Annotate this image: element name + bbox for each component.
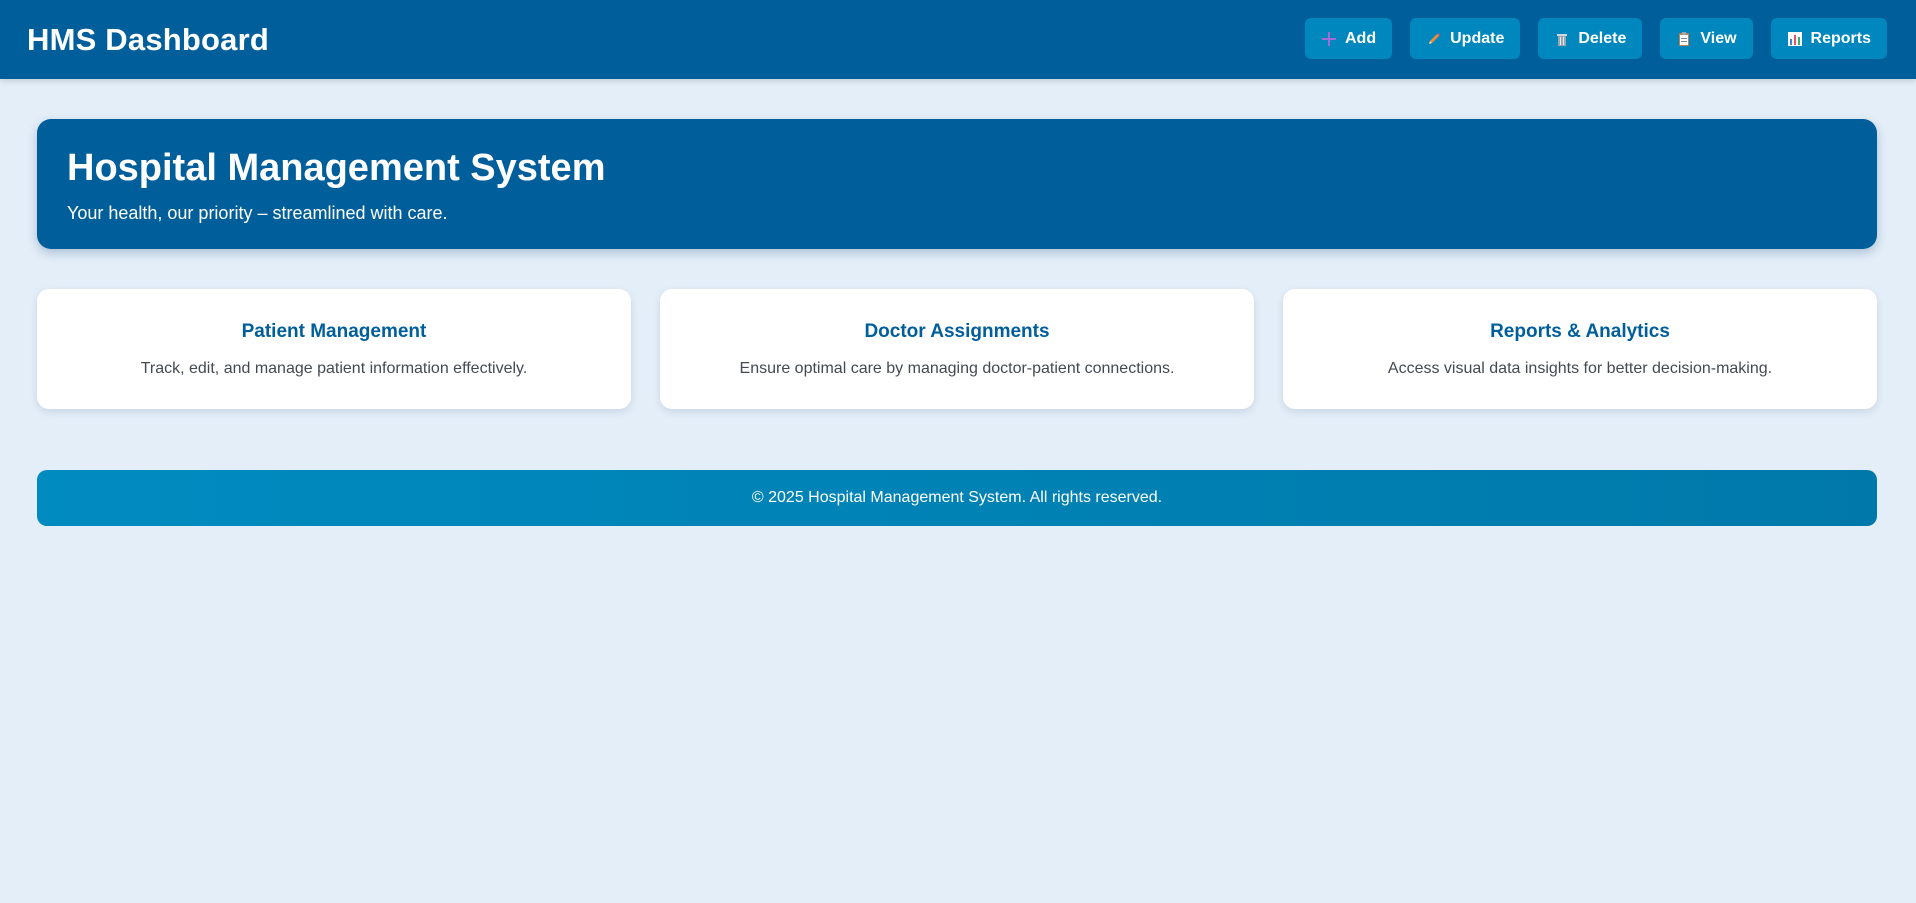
add-button[interactable]: Add <box>1305 18 1393 59</box>
hero-banner: Hospital Management System Your health, … <box>37 119 1877 249</box>
bar-chart-icon <box>1787 31 1803 47</box>
plus-icon <box>1321 31 1337 47</box>
footer: © 2025 Hospital Management System. All r… <box>37 470 1877 526</box>
hero-subtitle: Your health, our priority – streamlined … <box>67 203 448 223</box>
top-navbar: HMS Dashboard Add Update Delete View Rep… <box>0 0 1916 79</box>
card-description: Access visual data insights for better d… <box>1387 360 1773 377</box>
clipboard-icon <box>1676 31 1692 47</box>
card-patient-management[interactable]: Patient Management Track, edit, and mana… <box>37 289 631 409</box>
card-title: Patient Management <box>241 321 427 342</box>
card-reports-analytics[interactable]: Reports & Analytics Access visual data i… <box>1283 289 1877 409</box>
view-button-label: View <box>1700 29 1737 47</box>
app-brand-title[interactable]: HMS Dashboard <box>27 22 269 58</box>
pencil-icon <box>1426 31 1442 47</box>
trash-icon <box>1554 31 1570 47</box>
update-button-label: Update <box>1450 29 1505 47</box>
card-description: Ensure optimal care by managing doctor-p… <box>739 360 1175 377</box>
update-button[interactable]: Update <box>1410 18 1521 59</box>
add-button-label: Add <box>1345 29 1377 47</box>
card-doctor-assignments[interactable]: Doctor Assignments Ensure optimal care b… <box>660 289 1254 409</box>
delete-button-label: Delete <box>1578 29 1627 47</box>
card-description: Track, edit, and manage patient informat… <box>140 360 528 377</box>
card-title: Reports & Analytics <box>1490 321 1670 342</box>
feature-cards: Patient Management Track, edit, and mana… <box>37 289 1877 409</box>
view-button[interactable]: View <box>1660 18 1753 59</box>
footer-copyright: © 2025 Hospital Management System. All r… <box>751 489 1163 506</box>
hero-title: Hospital Management System <box>67 147 606 189</box>
nav-actions: Add Update Delete View Reports <box>1305 18 1887 59</box>
card-title: Doctor Assignments <box>864 321 1050 342</box>
delete-button[interactable]: Delete <box>1538 18 1643 59</box>
reports-button-label: Reports <box>1810 29 1871 47</box>
reports-button[interactable]: Reports <box>1770 18 1887 59</box>
